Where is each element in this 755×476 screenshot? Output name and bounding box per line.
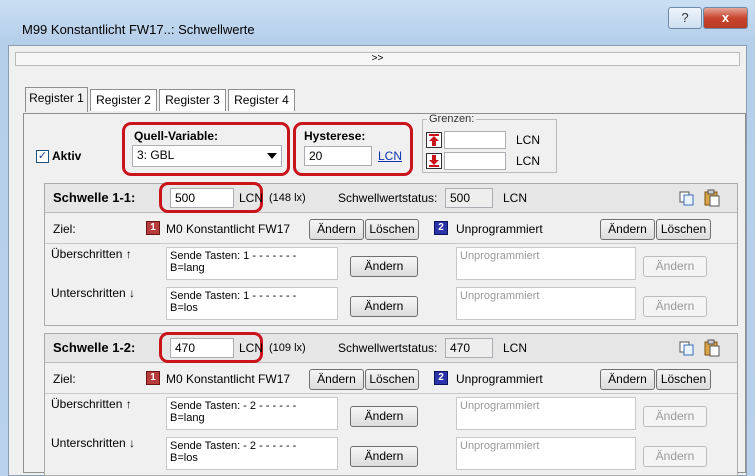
schwelle-1-2-target2: Unprogrammiert	[456, 372, 543, 386]
quell-select-value: 3: GBL	[137, 148, 175, 162]
schwelle-1-1-under-unprog: Unprogrammiert	[456, 287, 636, 320]
schwelle-1-2-over-command: Sende Tasten: - 2 - - - - - - B=lang	[166, 397, 338, 430]
schwelle-1-2-target1: M0 Konstantlicht FW17	[166, 372, 291, 386]
paste-icon[interactable]	[703, 189, 721, 207]
schwelle-1-2-status-unit: LCN	[503, 341, 528, 355]
schwelle-1-1-ziel-label: Ziel:	[53, 222, 76, 236]
schwelle-1-2-under-unprog-aendern-button[interactable]: Ändern	[643, 446, 707, 467]
grenze-upper-input[interactable]	[444, 131, 506, 149]
copy-icon[interactable]	[678, 340, 696, 356]
hysterese-input[interactable]: 20	[304, 146, 372, 166]
schwelle-1-2-over-label: Überschritten ↑	[51, 397, 132, 411]
schwelle-1-2-ziel-label: Ziel:	[53, 372, 76, 386]
target-1-badge: 1	[146, 221, 160, 235]
quell-label: Quell-Variable:	[134, 129, 219, 143]
target-1-badge: 1	[146, 371, 160, 385]
schwelle-1-1-target2-loeschen-button[interactable]: Löschen	[656, 219, 711, 240]
target-2-badge: 2	[434, 221, 448, 235]
schwelle-1-1-status-value: 500	[445, 188, 493, 208]
quell-select[interactable]: 3: GBL	[132, 145, 282, 167]
schwelle-1-2-lux: (109 lx)	[269, 342, 306, 354]
title-bar: M99 Konstantlicht FW17..: Schwellwerte ?…	[0, 0, 755, 40]
schwelle-1-1-under-unprog-aendern-button[interactable]: Ändern	[643, 296, 707, 317]
schwelle-1-2-title: Schwelle 1-2:	[53, 340, 136, 355]
schwelle-1-1-value-input[interactable]: 500	[170, 188, 234, 208]
target-2-badge: 2	[434, 371, 448, 385]
schwelle-1-1-lux: (148 lx)	[269, 192, 306, 204]
grenze-upper-unit: LCN	[516, 133, 541, 147]
chevron-down-icon	[267, 153, 277, 159]
dialog-window: M99 Konstantlicht FW17..: Schwellwerte ?…	[0, 0, 755, 476]
schwelle-1-2-under-command: Sende Tasten: - 2 - - - - - - B=los	[166, 437, 338, 470]
schwelle-1-2-under-aendern-button[interactable]: Ändern	[350, 446, 418, 467]
schwelle-1-2-status-label: Schwellwertstatus:	[338, 341, 438, 355]
schwelle-1-1-over-unprog-aendern-button[interactable]: Ändern	[643, 256, 707, 277]
schwelle-1-2-target1-loeschen-button[interactable]: Löschen	[365, 369, 419, 390]
paste-icon[interactable]	[703, 339, 721, 357]
window-title: M99 Konstantlicht FW17..: Schwellwerte	[22, 22, 255, 37]
schwelle-1-2-value-input[interactable]: 470	[170, 338, 234, 358]
collapse-toggle[interactable]: >>	[15, 52, 740, 66]
schwelle-1-2-section: Schwelle 1-2: 470 LCN (109 lx) Schwellwe…	[44, 332, 738, 476]
aktiv-label: Aktiv	[52, 149, 82, 163]
schwelle-1-1-section: Schwelle 1-1: 500 LCN (148 lx) Schwellwe…	[44, 182, 738, 326]
hysterese-label: Hysterese:	[304, 129, 366, 143]
schwelle-1-2-under-label: Unterschritten ↓	[51, 436, 136, 450]
help-button[interactable]: ?	[668, 7, 702, 29]
grenzen-label: Grenzen:	[429, 113, 475, 125]
tab-register-2[interactable]: Register 2	[90, 89, 157, 111]
divider	[45, 243, 737, 244]
limit-up-icon	[426, 132, 442, 148]
schwelle-1-1-target1-aendern-button[interactable]: Ändern	[309, 219, 364, 240]
schwelle-1-2-unit: LCN	[239, 341, 264, 355]
schwelle-1-1-under-label: Unterschritten ↓	[51, 286, 136, 300]
tab-panel: ✓ Aktiv Quell-Variable: 3: GBL Hysterese…	[23, 113, 746, 476]
close-button[interactable]: x	[703, 7, 748, 29]
schwelle-1-2-under-unprog: Unprogrammiert	[456, 437, 636, 470]
schwelle-1-2-over-aendern-button[interactable]: Ändern	[350, 406, 418, 427]
client-area: >> Register 1 Register 2 Register 3 Regi…	[8, 45, 747, 476]
schwelle-1-1-unit: LCN	[239, 191, 264, 205]
schwelle-1-1-status-label: Schwellwertstatus:	[338, 191, 438, 205]
divider	[45, 393, 737, 394]
schwelle-1-1-target2: Unprogrammiert	[456, 222, 543, 236]
schwelle-1-1-over-label: Überschritten ↑	[51, 247, 132, 261]
schwelle-1-2-target2-aendern-button[interactable]: Ändern	[600, 369, 655, 390]
schwelle-1-2-target2-loeschen-button[interactable]: Löschen	[656, 369, 711, 390]
aktiv-checkbox[interactable]: ✓	[36, 150, 49, 163]
schwelle-1-1-target2-aendern-button[interactable]: Ändern	[600, 219, 655, 240]
copy-icon[interactable]	[678, 190, 696, 206]
hysterese-unit-link[interactable]: LCN	[378, 149, 402, 163]
schwelle-1-1-under-command: Sende Tasten: 1 - - - - - - - B=los	[166, 287, 338, 320]
grenze-lower-unit: LCN	[516, 154, 541, 168]
schwelle-1-2-target1-aendern-button[interactable]: Ändern	[309, 369, 364, 390]
schwelle-1-1-over-aendern-button[interactable]: Ändern	[350, 256, 418, 277]
tab-register-1[interactable]: Register 1	[25, 87, 88, 112]
schwelle-1-1-under-aendern-button[interactable]: Ändern	[350, 296, 418, 317]
grenze-lower-input[interactable]	[444, 152, 506, 170]
schwelle-1-2-status-value: 470	[445, 338, 493, 358]
schwelle-1-2-over-unprog: Unprogrammiert	[456, 397, 636, 430]
schwelle-1-1-target1: M0 Konstantlicht FW17	[166, 222, 291, 236]
schwelle-1-2-over-unprog-aendern-button[interactable]: Ändern	[643, 406, 707, 427]
tab-register-4[interactable]: Register 4	[228, 89, 295, 111]
limit-down-icon	[426, 153, 442, 169]
tab-register-3[interactable]: Register 3	[159, 89, 226, 111]
schwelle-1-1-over-command: Sende Tasten: 1 - - - - - - - B=lang	[166, 247, 338, 280]
schwelle-1-1-over-unprog: Unprogrammiert	[456, 247, 636, 280]
schwelle-1-1-title: Schwelle 1-1:	[53, 190, 136, 205]
schwelle-1-1-status-unit: LCN	[503, 191, 528, 205]
schwelle-1-1-target1-loeschen-button[interactable]: Löschen	[365, 219, 419, 240]
